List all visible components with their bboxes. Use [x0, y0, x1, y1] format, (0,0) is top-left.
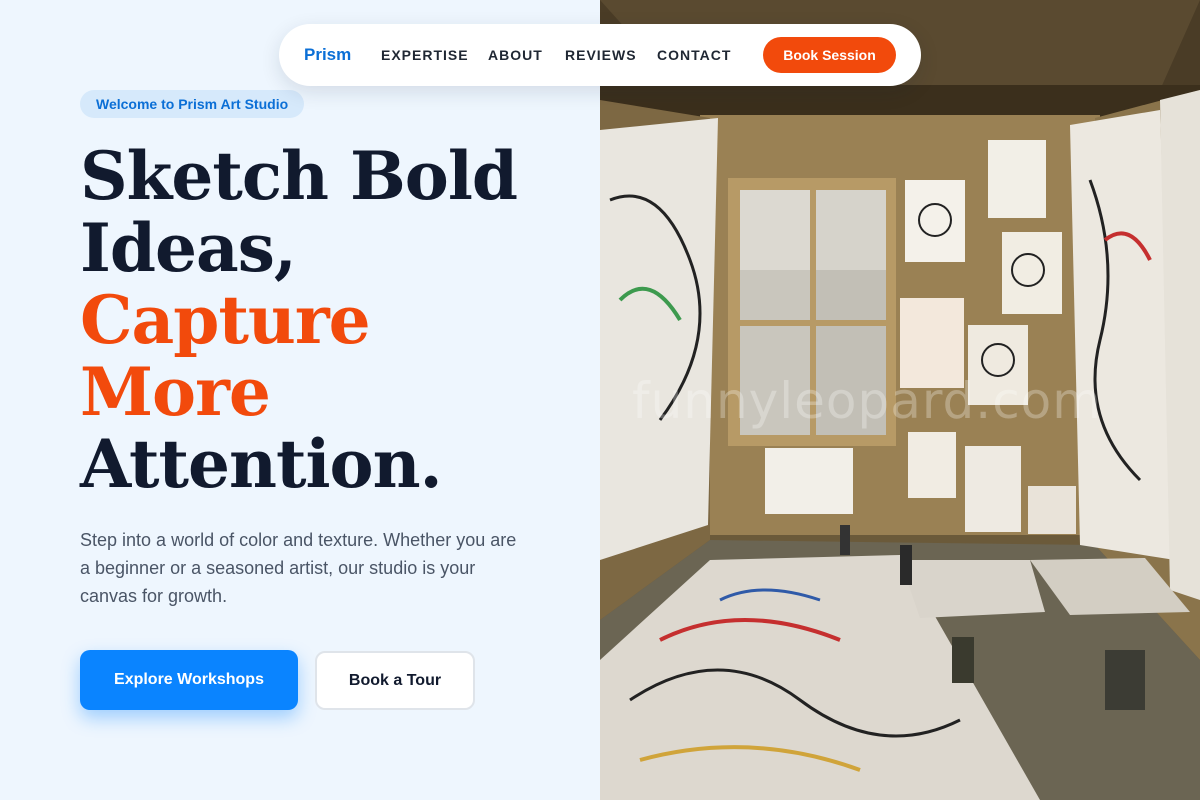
headline-line-4: More [80, 353, 271, 431]
explore-workshops-button[interactable]: Explore Workshops [80, 650, 298, 710]
nav-link-reviews[interactable]: REVIEWS [565, 24, 637, 86]
headline-line-2: Ideas, [80, 209, 297, 287]
nav-link-about[interactable]: ABOUT [488, 24, 543, 86]
image-watermark: funnyleopard.com [632, 372, 1102, 430]
art-studio-photo: funnyleopard.com [600, 0, 1200, 800]
landing-page: Welcome to Prism Art Studio Sketch Bold … [0, 0, 1200, 800]
book-tour-button[interactable]: Book a Tour [315, 651, 475, 710]
brand-logo[interactable]: Prism [304, 24, 351, 86]
book-session-button[interactable]: Book Session [763, 37, 896, 73]
headline-line-1: Sketch Bold [80, 137, 518, 215]
nav-link-expertise[interactable]: EXPERTISE [381, 24, 469, 86]
hero-description: Step into a world of color and texture. … [80, 530, 517, 606]
headline-line-5: Attention. [80, 425, 443, 503]
headline-line-3: Capture [80, 281, 371, 359]
hero-headline: Sketch Bold Ideas, Capture More Attentio… [80, 140, 580, 500]
top-navigation: Prism EXPERTISE ABOUT REVIEWS CONTACT Bo… [279, 24, 921, 86]
welcome-badge: Welcome to Prism Art Studio [80, 90, 305, 118]
nav-link-contact[interactable]: CONTACT [657, 24, 731, 86]
hero-section: Welcome to Prism Art Studio Sketch Bold … [0, 0, 600, 800]
